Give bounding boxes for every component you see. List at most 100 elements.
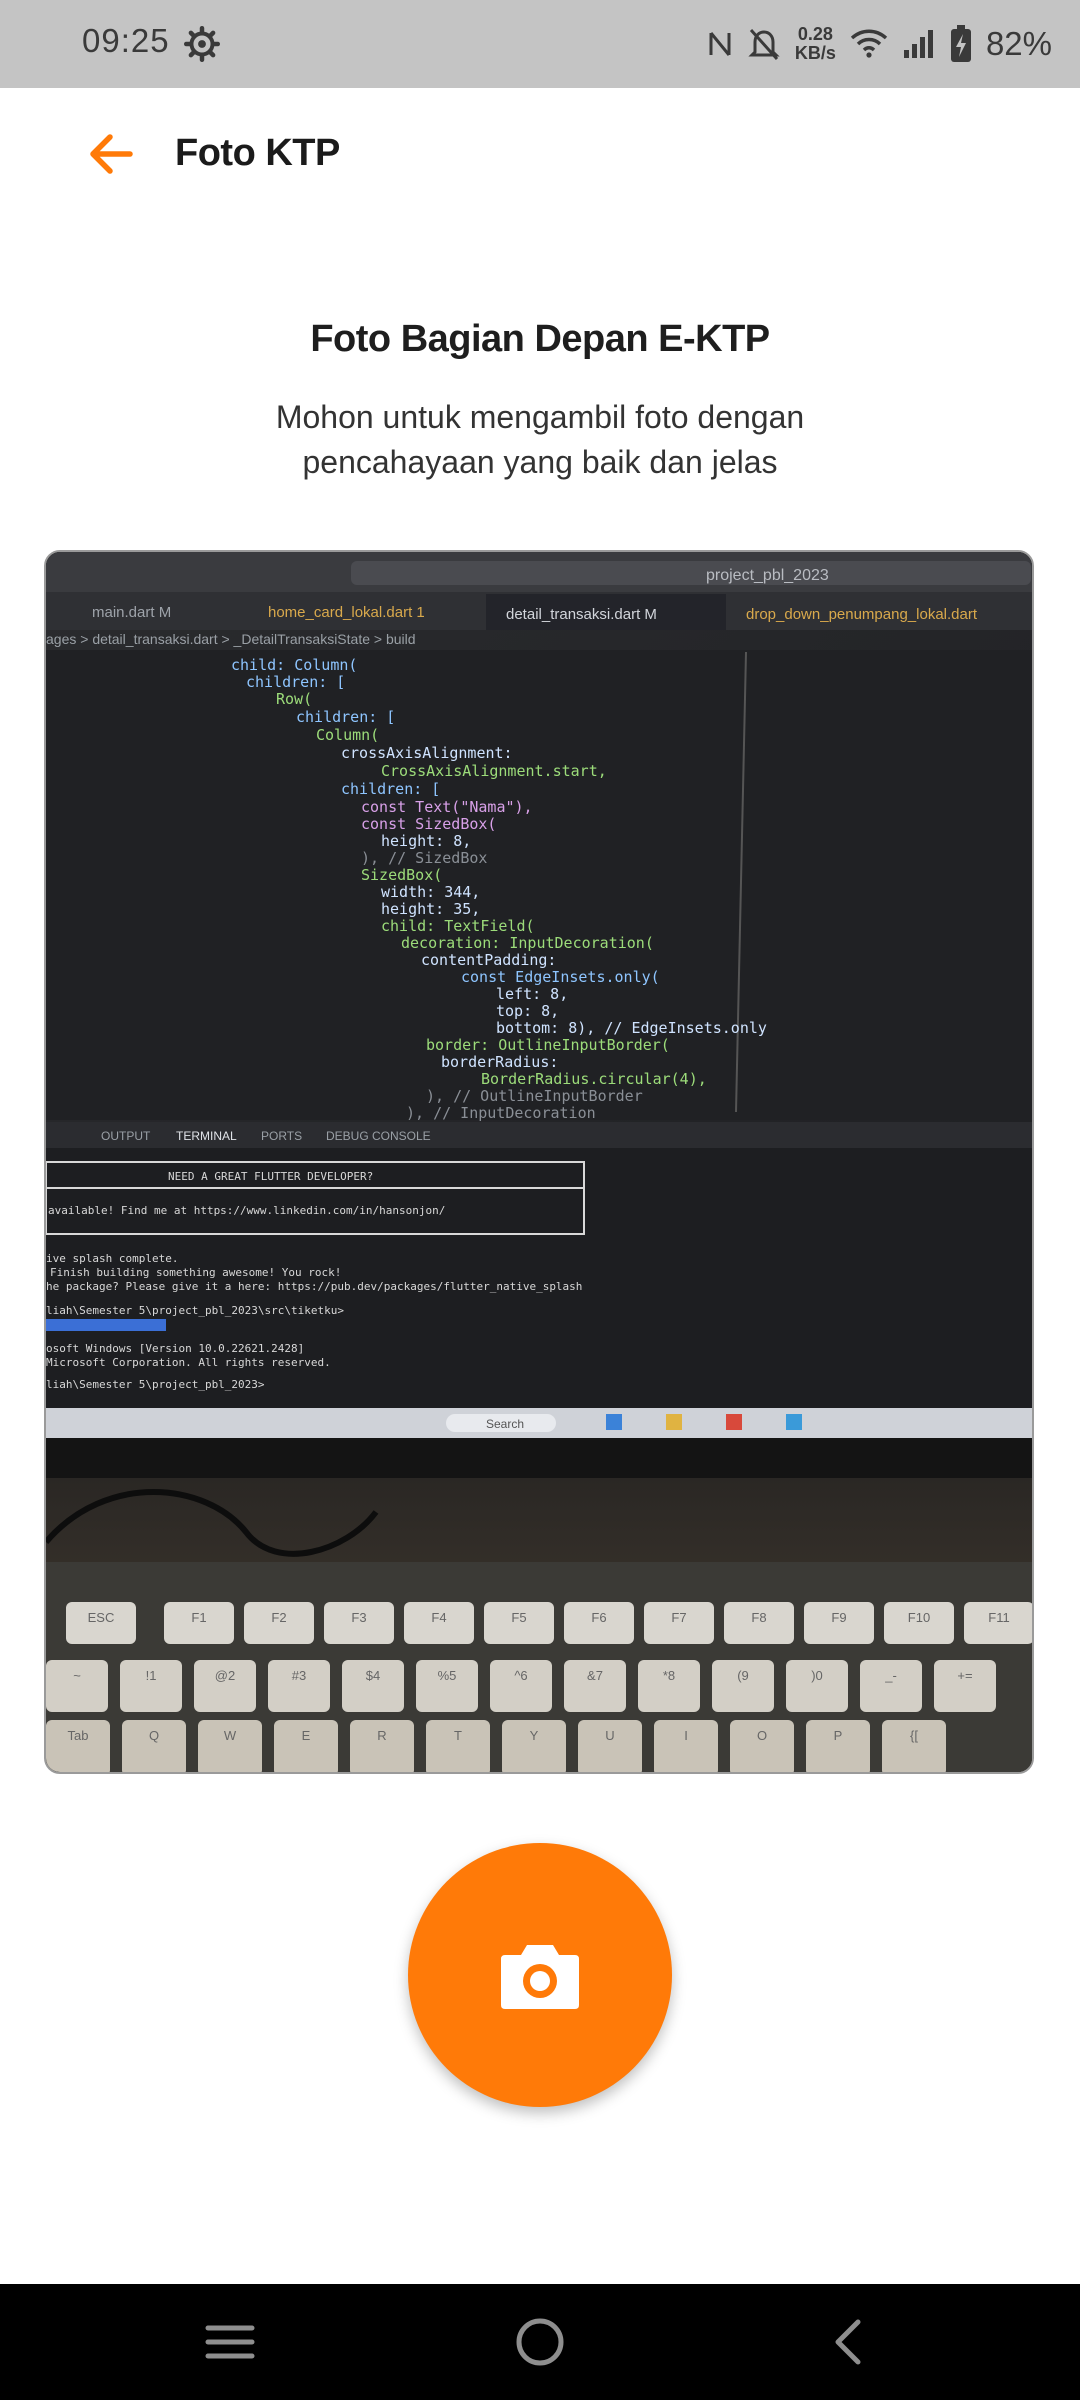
instruction-subtext: Mohon untuk mengambil foto dengan pencah…	[275, 399, 805, 480]
keyboard-key-label: Tab	[68, 1728, 89, 1743]
code-line: children: [	[246, 673, 345, 691]
code-line: const SizedBox(	[361, 815, 496, 833]
page-title: Foto KTP	[175, 132, 340, 174]
code-line: const Text("Nama"),	[361, 798, 533, 816]
code-line: top: 8,	[496, 1002, 559, 1020]
editor-tab: main.dart M	[92, 604, 171, 621]
code-line: Column(	[316, 726, 379, 744]
camera-icon	[501, 1945, 579, 2009]
keyboard-key-label: @2	[215, 1668, 235, 1683]
editor-tab: drop_down_penumpang_lokal.dart	[746, 606, 978, 623]
keyboard-key-label: &7	[587, 1668, 603, 1683]
keyboard-key-label: F4	[431, 1610, 446, 1625]
keyboard-key-label: W	[224, 1728, 237, 1743]
terminal-line: he package? Please give it a here: https…	[46, 1280, 582, 1293]
code-line: height: 35,	[381, 900, 480, 918]
keyboard-key-label: F11	[988, 1610, 1009, 1625]
ktp-photo-preview: project_pbl_2023 main.dart M home_card_l…	[44, 550, 1034, 1774]
instruction-heading: Foto Bagian Depan E-KTP	[310, 318, 770, 360]
code-line: bottom: 8), // EdgeInsets.only	[496, 1019, 767, 1037]
code-line: ), // SizedBox	[361, 849, 487, 867]
keyboard-key-label: Y	[530, 1728, 539, 1743]
navigation-bar	[0, 2284, 1080, 2400]
app-bar: Foto KTP	[0, 88, 1080, 220]
terminal-line: liah\Semester 5\project_pbl_2023>	[46, 1378, 265, 1391]
keyboard-key-label: (9	[737, 1668, 749, 1683]
code-line: ), // OutlineInputBorder	[426, 1087, 643, 1105]
status-time: 09:25	[82, 22, 170, 59]
keyboard-key-label: Q	[149, 1728, 159, 1743]
code-line: decoration: InputDecoration(	[401, 934, 654, 952]
editor-tab: home_card_lokal.dart 1	[268, 604, 425, 621]
arrow-left-icon[interactable]	[82, 124, 142, 184]
network-speed: 0.28 KB/s	[794, 24, 836, 63]
code-line: border: OutlineInputBorder(	[426, 1036, 670, 1054]
code-line: borderRadius:	[441, 1053, 558, 1071]
terminal-line: liah\Semester 5\project_pbl_2023\src\tik…	[46, 1304, 344, 1317]
keyboard-key-label: F7	[671, 1610, 686, 1625]
keyboard-key-label: F9	[831, 1610, 846, 1625]
taskbar-search: Search	[486, 1417, 524, 1431]
code-line: Row(	[276, 690, 312, 708]
keyboard-key-label: O	[757, 1728, 767, 1743]
back-icon[interactable]	[820, 2312, 880, 2372]
keyboard-key-label: U	[605, 1728, 614, 1743]
code-line: SizedBox(	[361, 866, 442, 884]
keyboard-key-label: I	[684, 1728, 688, 1743]
keyboard-key-label: ESC	[88, 1610, 115, 1625]
keyboard-key-label: ~	[73, 1668, 81, 1683]
signal-icon	[903, 30, 933, 58]
keyboard-key-label: E	[302, 1728, 311, 1743]
home-icon[interactable]	[510, 2312, 570, 2372]
terminal-box-line: available! Find me at https://www.linked…	[48, 1204, 445, 1217]
menu-icon[interactable]	[200, 2312, 260, 2372]
code-line: CrossAxisAlignment.start,	[381, 762, 607, 780]
keyboard-key-label: )0	[811, 1668, 823, 1683]
keyboard-key-label: {[	[910, 1728, 918, 1743]
code-line: width: 344,	[381, 883, 480, 901]
keyboard-key-label: +=	[957, 1668, 972, 1683]
battery-percentage: 82%	[985, 25, 1052, 62]
keyboard-key-label: F1	[191, 1610, 206, 1625]
keyboard-key-label: *8	[663, 1668, 675, 1683]
code-line: BorderRadius.circular(4),	[481, 1070, 707, 1088]
code-line: child: Column(	[231, 656, 357, 674]
code-line: contentPadding:	[421, 951, 556, 969]
code-line: crossAxisAlignment:	[341, 744, 513, 762]
editor-breadcrumb: ages > detail_transaksi.dart > _DetailTr…	[46, 631, 416, 647]
keyboard-key-label: F3	[351, 1610, 366, 1625]
keyboard-key-label: !1	[146, 1668, 157, 1683]
keyboard-key-label: F2	[271, 1610, 286, 1625]
bell-off-icon	[748, 28, 780, 61]
keyboard-key-label: ^6	[514, 1668, 527, 1683]
keyboard-key-label: P	[834, 1728, 843, 1743]
keyboard-key-label: %5	[438, 1668, 457, 1683]
gear-icon	[184, 26, 220, 62]
code-line: child: TextField(	[381, 917, 535, 935]
panel-tab: OUTPUT	[101, 1129, 151, 1143]
keyboard-key-label: T	[454, 1728, 462, 1743]
keyboard-key-label: F10	[908, 1610, 930, 1625]
code-line: children: [	[341, 780, 440, 798]
keyboard-key-label: R	[377, 1728, 386, 1743]
keyboard-key-label: $4	[366, 1668, 380, 1683]
code-line: children: [	[296, 708, 395, 726]
keyboard-key-label: _-	[884, 1668, 897, 1683]
panel-tab: TERMINAL	[176, 1129, 237, 1143]
keyboard-key-label: F8	[751, 1610, 766, 1625]
editor-tab: detail_transaksi.dart M	[506, 606, 657, 623]
status-bar: 09:25 0.28 KB/s 82%	[0, 0, 1080, 88]
terminal-line: osoft Windows [Version 10.0.22621.2428]	[46, 1342, 304, 1355]
panel-tab: DEBUG CONSOLE	[326, 1129, 431, 1143]
panel-tab: PORTS	[261, 1129, 302, 1143]
nfc-icon	[709, 32, 731, 56]
code-line: ), // InputDecoration	[406, 1104, 596, 1122]
terminal-box-title: NEED A GREAT FLUTTER DEVELOPER?	[168, 1170, 373, 1183]
terminal-line: ive splash complete.	[46, 1252, 178, 1265]
wifi-icon	[850, 29, 888, 58]
terminal-line: Microsoft Corporation. All rights reserv…	[46, 1356, 331, 1369]
code-line: height: 8,	[381, 832, 471, 850]
capture-button[interactable]	[408, 1843, 672, 2107]
editor-search-text: project_pbl_2023	[706, 567, 829, 584]
keyboard-key-label: F5	[511, 1610, 526, 1625]
